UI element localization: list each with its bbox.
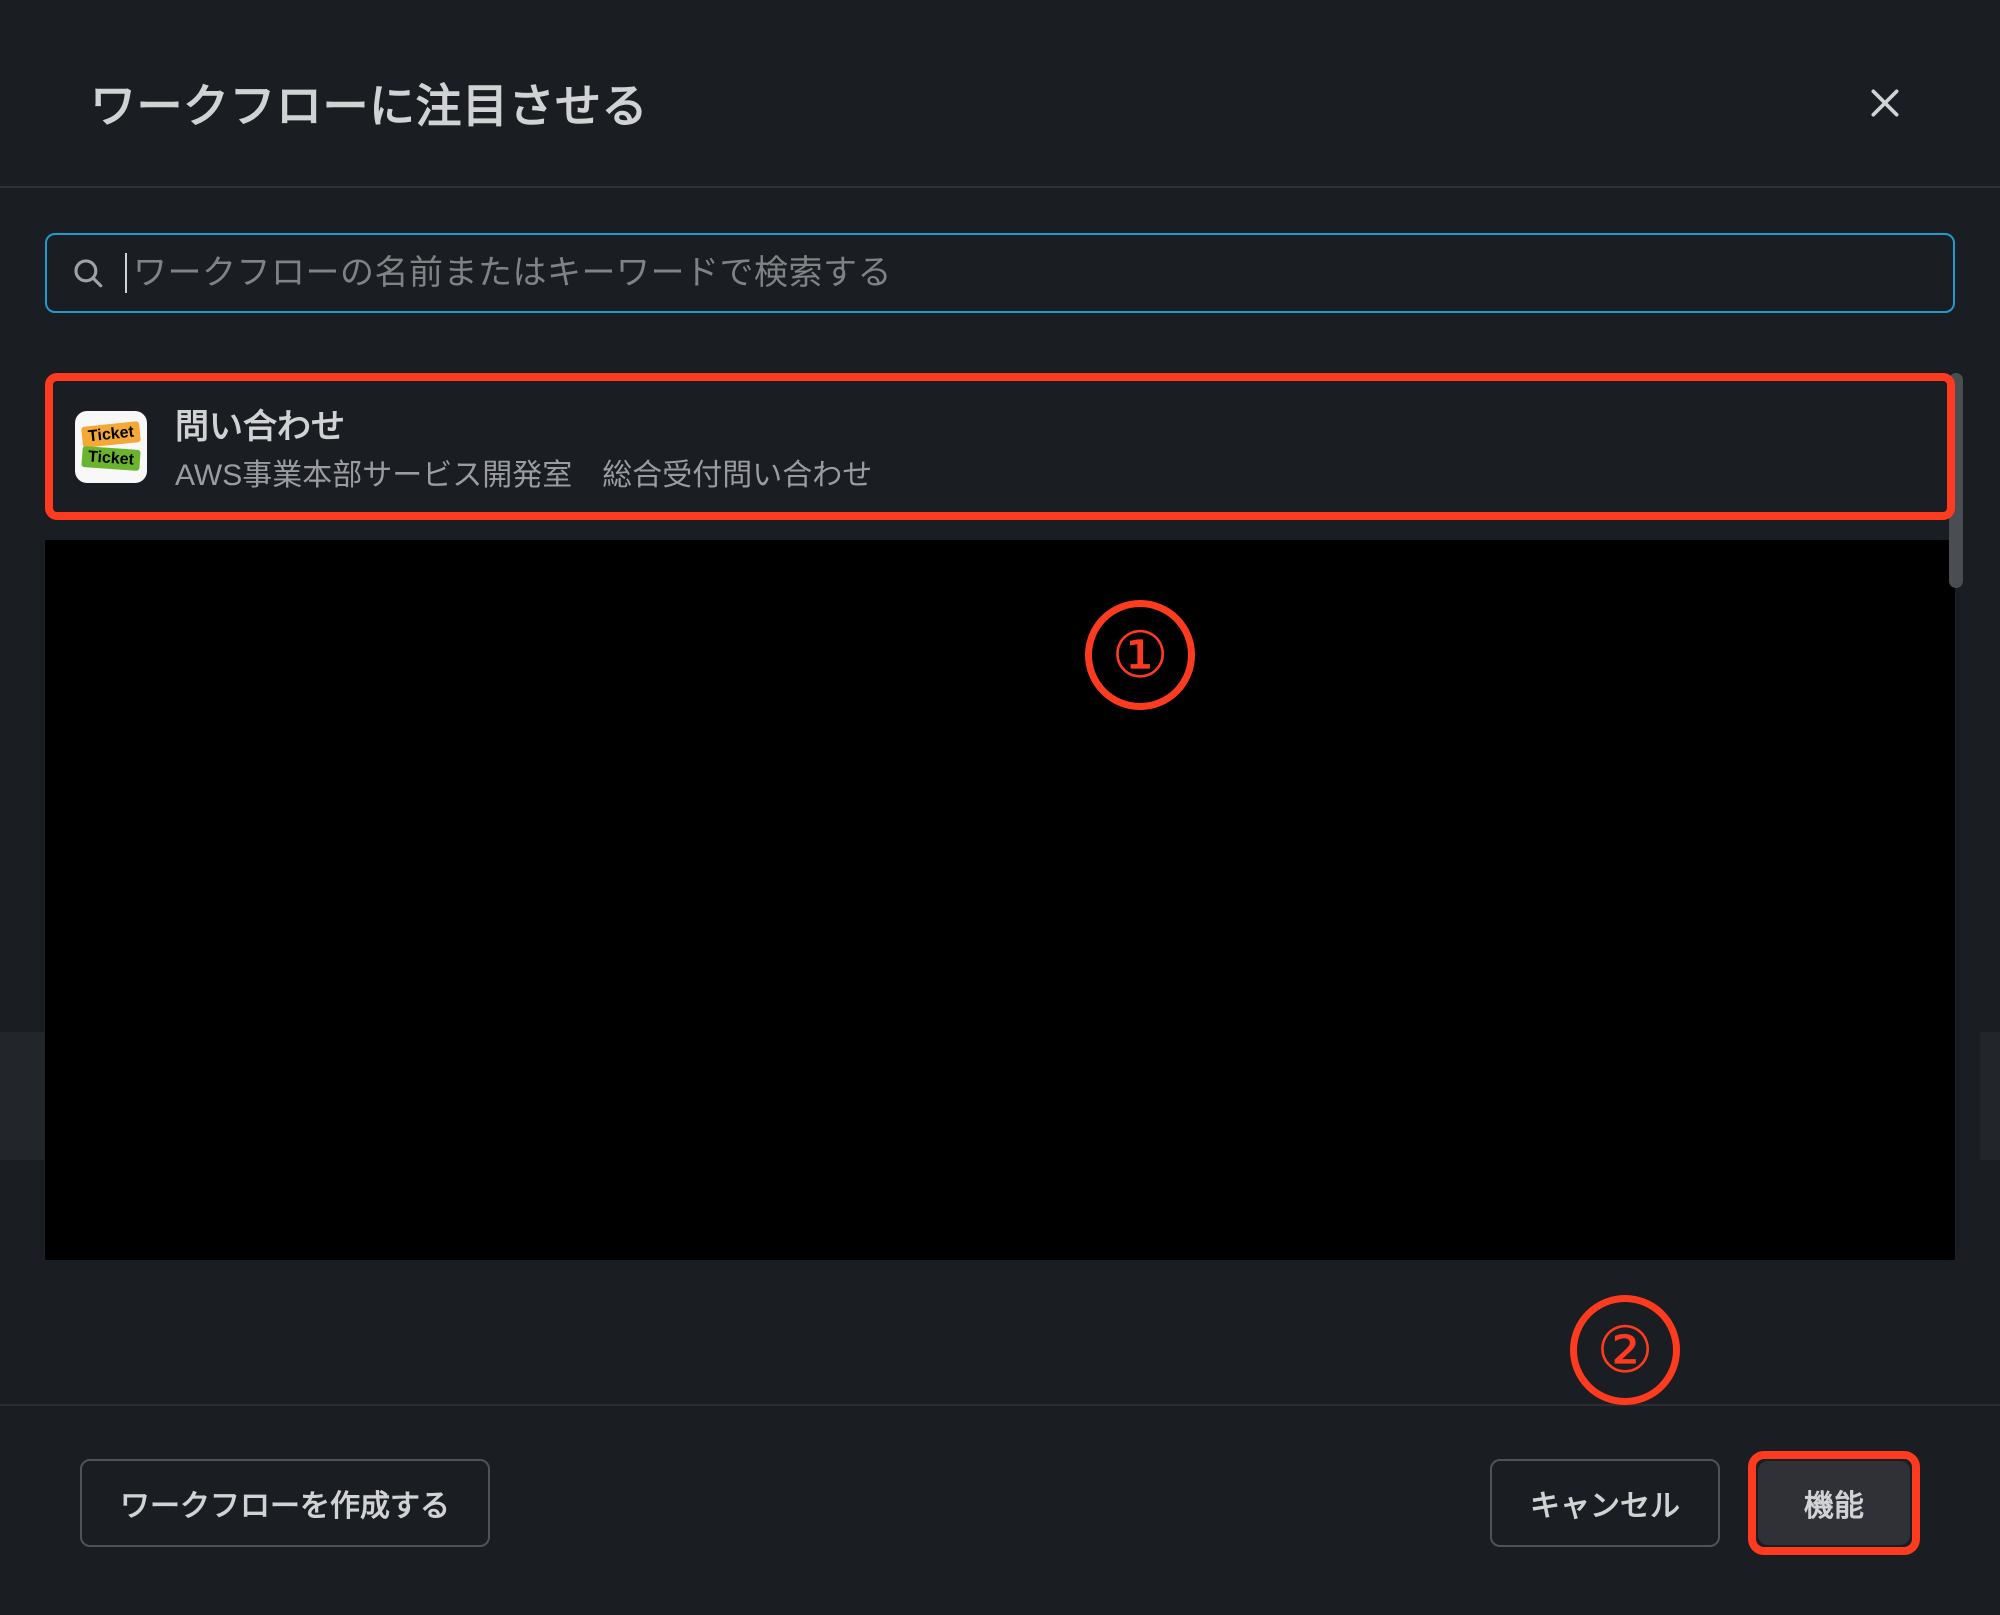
ticket-icon-bottom: Ticket (81, 446, 140, 471)
search-field[interactable] (45, 233, 1955, 313)
text-cursor (125, 253, 127, 293)
modal-body: Ticket Ticket 問い合わせ AWS事業本部サービス開発室 総合受付問… (0, 188, 2000, 1404)
close-icon (1865, 83, 1905, 123)
right-bg-strip (1980, 1032, 2000, 1160)
create-workflow-button[interactable]: ワークフローを作成する (80, 1459, 490, 1547)
close-button[interactable] (1860, 78, 1910, 128)
ticket-icon-top: Ticket (81, 421, 141, 448)
confirm-button-highlight: 機能 (1748, 1451, 1920, 1555)
left-bg-strip (0, 1032, 45, 1160)
results-list: Ticket Ticket 問い合わせ AWS事業本部サービス開発室 総合受付問… (45, 373, 1955, 1293)
search-icon (71, 256, 105, 290)
modal-footer: ワークフローを作成する キャンセル 機能 (0, 1404, 2000, 1615)
results-empty-area (45, 540, 1955, 1260)
result-subtitle: AWS事業本部サービス開発室 総合受付問い合わせ (175, 450, 872, 494)
result-text-block: 問い合わせ AWS事業本部サービス開発室 総合受付問い合わせ (175, 399, 872, 494)
workflow-app-icon: Ticket Ticket (75, 411, 147, 483)
workflow-result-item[interactable]: Ticket Ticket 問い合わせ AWS事業本部サービス開発室 総合受付問… (45, 373, 1955, 520)
search-input[interactable] (133, 254, 1929, 293)
modal-header: ワークフローに注目させる (0, 0, 2000, 186)
workflow-focus-modal: ワークフローに注目させる Ticket (0, 0, 2000, 1615)
result-title: 問い合わせ (175, 399, 872, 448)
cancel-button[interactable]: キャンセル (1490, 1459, 1720, 1547)
confirm-button[interactable]: 機能 (1758, 1461, 1910, 1545)
footer-right-group: キャンセル 機能 (1490, 1451, 1920, 1555)
modal-title: ワークフローに注目させる (90, 70, 648, 136)
